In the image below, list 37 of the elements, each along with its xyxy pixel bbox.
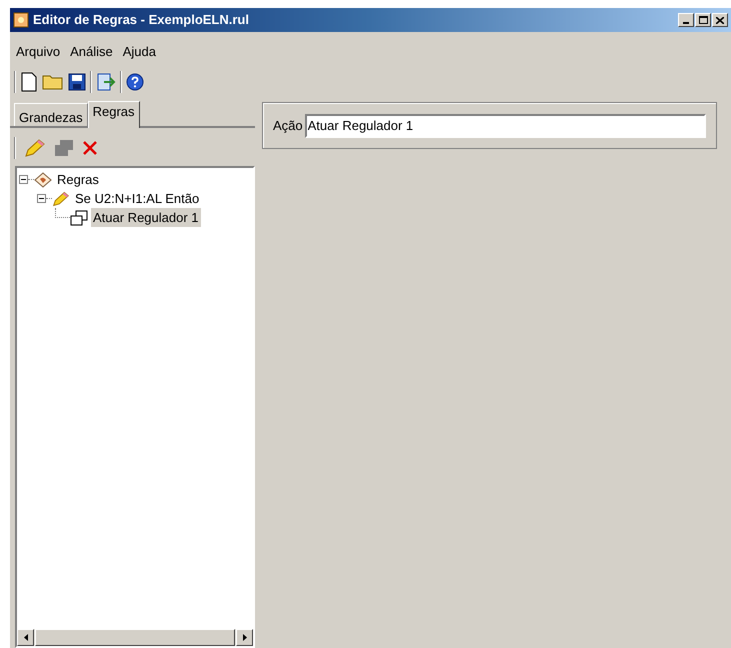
action-field[interactable]: Atuar Regulador 1 (304, 114, 706, 138)
minimize-button[interactable] (678, 13, 694, 27)
collapse-icon[interactable] (37, 194, 46, 203)
hand-icon (34, 172, 52, 188)
right-arrow-icon (242, 634, 246, 641)
folder-icon[interactable] (42, 73, 64, 91)
tab[interactable]: Grandezas (14, 103, 88, 126)
pencil-icon[interactable] (24, 138, 46, 158)
horizontal-scrollbar[interactable] (17, 629, 253, 646)
export-icon[interactable] (96, 72, 116, 92)
tree-item[interactable]: Se U2:N+I1:AL Então (73, 188, 202, 208)
maximize-icon (698, 16, 708, 24)
new-file-icon[interactable] (20, 72, 38, 92)
save-icon[interactable] (68, 73, 86, 91)
delete-icon[interactable] (82, 140, 98, 156)
window-title: Editor de Regras - ExemploELN.rul (33, 11, 249, 30)
scroll-right-button[interactable] (236, 629, 253, 646)
menu-item[interactable]: Análise (66, 42, 117, 62)
left-arrow-icon (24, 634, 28, 641)
minimize-icon (683, 22, 689, 24)
action-label: Ação (273, 116, 303, 135)
app-icon (13, 12, 29, 28)
close-button[interactable] (712, 13, 728, 27)
scroll-left-button[interactable] (17, 629, 34, 646)
tree-item[interactable]: Regras (55, 170, 101, 190)
windows-icon (70, 210, 88, 226)
maximize-button[interactable] (695, 13, 711, 27)
tree-item[interactable]: Atuar Regulador 1 (91, 208, 201, 228)
scrollbar-thumb[interactable] (35, 629, 235, 646)
help-icon[interactable] (126, 73, 144, 91)
menu-item[interactable]: Arquivo (12, 42, 64, 62)
menu-item[interactable]: Ajuda (118, 42, 160, 62)
pencil-icon (52, 190, 70, 208)
collapse-icon[interactable] (19, 175, 28, 184)
tab[interactable]: Regras (88, 101, 140, 128)
stacked-boxes-icon (54, 139, 74, 157)
close-icon (716, 16, 724, 24)
